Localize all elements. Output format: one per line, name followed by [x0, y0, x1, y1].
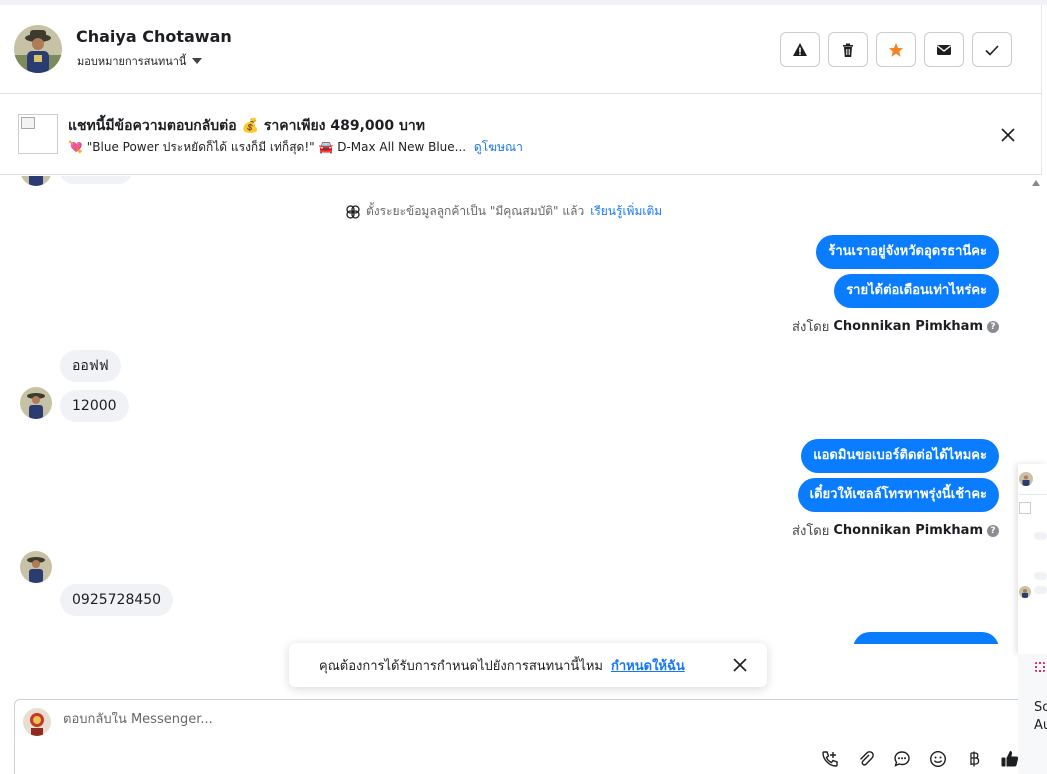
- thread-scrollbar[interactable]: [1031, 176, 1041, 476]
- ad-banner-title: แชทนี้มีข้อความตอบกลับต่อ 💰 ราคาเพียง 48…: [68, 118, 426, 134]
- message-bubble-outgoing: ร้านเราอยู่จังหวัดอุดรธานีคะ: [816, 235, 999, 269]
- thumbs-up-icon: [1001, 751, 1019, 767]
- broken-image-icon: [21, 117, 35, 129]
- message-bubble-outgoing: [853, 632, 999, 644]
- ad-thumbnail: [18, 114, 58, 154]
- view-ad-link[interactable]: ดูโฆษณา: [474, 140, 523, 154]
- contact-avatar-small: [20, 176, 52, 186]
- phone-add-icon: [822, 751, 838, 767]
- ad-banner-description: 💘 "Blue Power ประหยัดก็ได้ แรงก็มี เท่ก็…: [68, 140, 467, 154]
- saved-replies-button[interactable]: [891, 748, 913, 770]
- assign-label: มอบหมายการสนทนานี้: [77, 55, 187, 68]
- message-bubble-incoming: ออฟฟ: [60, 350, 121, 382]
- header-actions: [780, 32, 1012, 67]
- message-bubble-incoming: [1034, 572, 1047, 580]
- chevron-down-icon: [192, 58, 203, 64]
- qualified-lead-icon: [346, 204, 360, 219]
- message-bubble-incoming: [1034, 532, 1047, 540]
- reply-composer: [14, 699, 1024, 774]
- message-bubble-outgoing: เดี๋ยวให้เซลล์โทรหาพรุ่งนี้เช้าคะ: [797, 478, 999, 512]
- help-icon[interactable]: ?: [987, 524, 999, 537]
- reply-input[interactable]: [63, 712, 763, 727]
- message-bubble-outgoing: รายได้ต่อเดือนเท่าไหร่คะ: [834, 274, 999, 308]
- divider: [1018, 494, 1047, 495]
- status-icon: [1035, 662, 1045, 672]
- help-icon[interactable]: ?: [987, 320, 999, 333]
- report-spam-button[interactable]: [780, 32, 820, 67]
- message-bubble-outgoing: แอดมินขอเบอร์ติดต่อได้ไหมคะ: [801, 439, 999, 473]
- mark-unread-button[interactable]: [924, 32, 964, 67]
- sender-name: Chonnikan Pimkham: [833, 319, 983, 334]
- banner-close-button[interactable]: [996, 123, 1020, 147]
- contact-avatar-small: [20, 387, 52, 419]
- assign-to-me-link[interactable]: กำหนดให้ฉัน: [611, 655, 685, 676]
- message-thread[interactable]: ตั้งระยะข้อมูลลูกค้าเป็น "มีคุณสมบัติ" แ…: [0, 176, 1018, 644]
- secondary-panel: So Au: [1018, 654, 1047, 774]
- conversation-header: Chaiya Chotawan มอบหมายการสนทนานี้: [0, 5, 1041, 94]
- sender-name: Chonnikan Pimkham: [833, 523, 983, 538]
- sent-by-prefix: ส่งโดย: [792, 320, 830, 335]
- assign-dropdown[interactable]: มอบหมายการสนทนานี้: [77, 52, 203, 70]
- envelope-icon: [937, 44, 951, 55]
- toast-close-button[interactable]: [733, 658, 747, 672]
- call-button[interactable]: [819, 748, 841, 770]
- contact-avatar-small: [20, 551, 52, 583]
- secondary-conversation-preview[interactable]: [1018, 464, 1047, 654]
- side-panel-text: So: [1034, 700, 1047, 715]
- assign-prompt-toast: คุณต้องการได้รับการกำหนดไปยังการสนทนานี้…: [289, 643, 767, 687]
- window-right-edge: [1041, 5, 1042, 175]
- sent-by-label: ส่งโดย Chonnikan Pimkham ?: [792, 316, 999, 337]
- warning-icon: [793, 42, 807, 56]
- message-bubble-incoming: 0925728450: [60, 584, 174, 616]
- close-icon: [733, 658, 747, 672]
- scroll-up-arrow-icon[interactable]: [1032, 180, 1040, 186]
- smiley-icon: [929, 750, 947, 768]
- ad-thumbnail: [1019, 502, 1031, 514]
- page-avatar: [23, 708, 51, 736]
- star-button[interactable]: [876, 32, 916, 67]
- emoji-button[interactable]: [927, 748, 949, 770]
- message-bubble-incoming: [1034, 586, 1047, 594]
- contact-name: Chaiya Chotawan: [76, 27, 232, 46]
- paperclip-icon: [860, 751, 874, 766]
- message-bubble-incoming: 12000: [60, 390, 129, 422]
- baht-icon: [970, 751, 980, 767]
- trash-icon: [843, 43, 853, 57]
- ad-banner: แชทนี้มีข้อความตอบกลับต่อ 💰 ราคาเพียง 48…: [0, 95, 1041, 175]
- contact-avatar[interactable]: [14, 25, 62, 73]
- sent-by-label: ส่งโดย Chonnikan Pimkham ?: [792, 520, 999, 541]
- composer-toolbar: [819, 748, 1021, 770]
- sent-by-prefix: ส่งโดย: [792, 524, 830, 539]
- contact-avatar-small: [1019, 586, 1031, 598]
- message-bubble-incoming: [60, 176, 132, 184]
- learn-more-link[interactable]: เรียนรู้เพิ่มเติม: [590, 202, 662, 221]
- attach-button[interactable]: [855, 748, 877, 770]
- system-notice-text: ตั้งระยะข้อมูลลูกค้าเป็น "มีคุณสมบัติ" แ…: [366, 204, 585, 218]
- contact-avatar-small: [1019, 472, 1033, 486]
- side-panel-text: Au: [1034, 718, 1047, 733]
- checkmark-icon: [985, 44, 999, 56]
- delete-button[interactable]: [828, 32, 868, 67]
- mark-done-button[interactable]: [972, 32, 1012, 67]
- ad-banner-subtitle: 💘 "Blue Power ประหยัดก็ได้ แรงก็มี เท่ก็…: [68, 138, 523, 157]
- assign-prompt-text: คุณต้องการได้รับการกำหนดไปยังการสนทนานี้…: [319, 658, 603, 674]
- close-icon: [1001, 128, 1015, 142]
- star-icon: [888, 42, 904, 57]
- chat-bubble-icon: [894, 751, 910, 767]
- system-notice: ตั้งระยะข้อมูลลูกค้าเป็น "มีคุณสมบัติ" แ…: [346, 202, 662, 221]
- payment-button[interactable]: [963, 748, 985, 770]
